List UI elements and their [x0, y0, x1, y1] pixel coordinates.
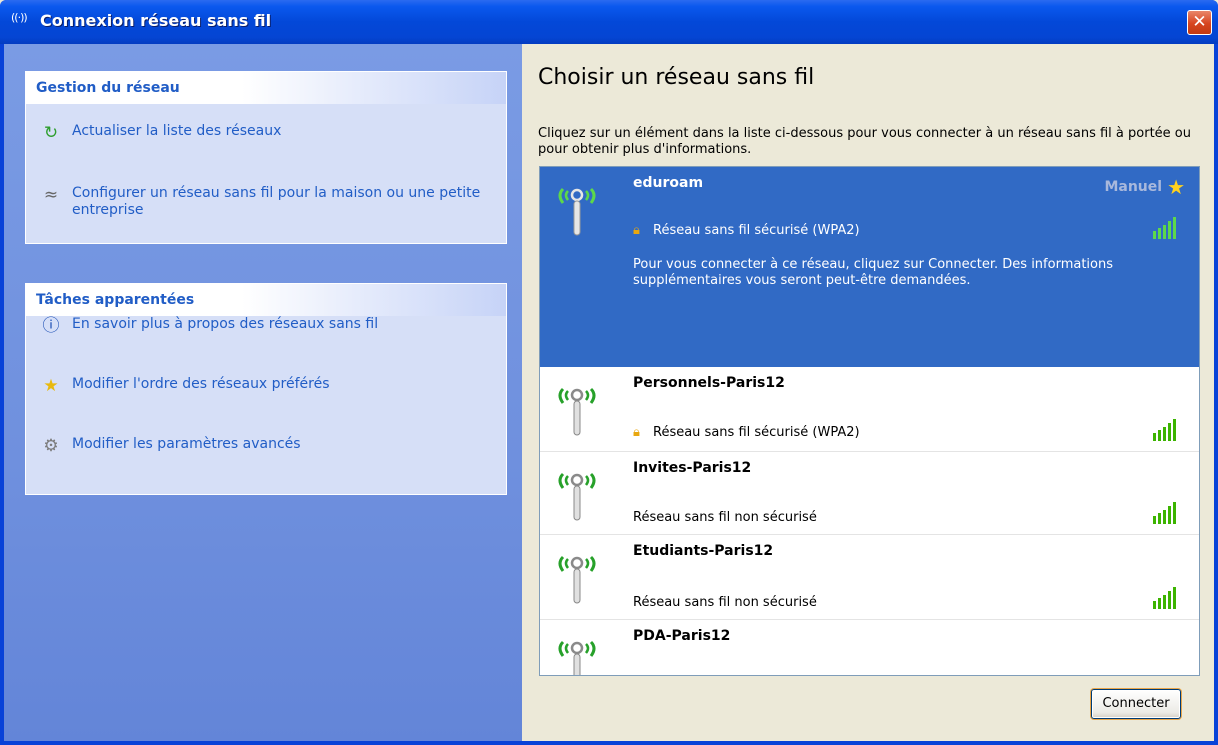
preferred-order-link[interactable]: ★ Modifier l'ordre des réseaux préférés: [38, 376, 330, 396]
page-title: Choisir un réseau sans fil: [538, 65, 815, 90]
network-security: Réseau sans fil non sécurisé: [633, 595, 817, 610]
network-security-label: Réseau sans fil non sécurisé: [633, 510, 817, 525]
refresh-icon: ↻: [43, 123, 59, 143]
learn-more-label: En savoir plus à propos des réseaux sans…: [72, 316, 379, 332]
wireless-antenna-icon: [558, 472, 596, 521]
learn-more-link[interactable]: ⓘ En savoir plus à propos des réseaux sa…: [38, 316, 379, 336]
advanced-settings-label: Modifier les paramètres avancés: [72, 436, 301, 452]
main-pane: Choisir un réseau sans fil Cliquez sur u…: [522, 44, 1214, 741]
network-name: Invites-Paris12: [633, 460, 752, 476]
setup-network-link[interactable]: ≈ Configurer un réseau sans fil pour la …: [38, 185, 498, 219]
signal-strength-icon: [1153, 587, 1176, 609]
network-security: 🔒︎ Réseau sans fil sécurisé (WPA2): [633, 425, 860, 440]
manual-badge-label: Manuel: [1104, 179, 1163, 195]
preferred-order-label: Modifier l'ordre des réseaux préférés: [72, 376, 330, 392]
manual-badge: Manuel ★: [1104, 175, 1185, 199]
wireless-connection-window: ((·)) Connexion réseau sans fil ✕ Gestio…: [0, 0, 1218, 745]
network-security-label: Réseau sans fil non sécurisé: [633, 595, 817, 610]
network-name: Etudiants-Paris12: [633, 543, 774, 559]
task-pane: Gestion du réseau ↻ Actualiser la liste …: [4, 44, 522, 741]
signal-strength-icon: [1153, 217, 1176, 239]
network-name: Personnels-Paris12: [633, 375, 785, 391]
window-client: Gestion du réseau ↻ Actualiser la liste …: [4, 44, 1214, 741]
signal-strength-icon: [1153, 662, 1179, 676]
setup-network-label: Configurer un réseau sans fil pour la ma…: [72, 185, 481, 218]
close-button[interactable]: ✕: [1187, 10, 1212, 35]
wireless-antenna-icon: [558, 187, 596, 236]
refresh-networks-link[interactable]: ↻ Actualiser la liste des réseaux: [38, 123, 281, 143]
signal-strength-icon: [1153, 502, 1176, 524]
title-bar[interactable]: ((·)) Connexion réseau sans fil ✕: [0, 0, 1218, 44]
network-item-personnels[interactable]: Personnels-Paris12 🔒︎ Réseau sans fil sé…: [540, 367, 1199, 451]
advanced-settings-link[interactable]: ⚙ Modifier les paramètres avancés: [38, 436, 301, 456]
network-info-text: Pour vous connecter à ce réseau, cliquez…: [633, 257, 1113, 288]
star-icon: ★: [43, 376, 59, 396]
network-security: Réseau sans fil non sécurisé: [633, 510, 817, 525]
network-security: 🔒︎ Réseau sans fil sécurisé (WPA2): [633, 223, 860, 238]
network-tasks-group: Gestion du réseau ↻ Actualiser la liste …: [25, 71, 507, 244]
network-tasks-title: Gestion du réseau: [26, 72, 506, 104]
wireless-setup-icon: ≈: [43, 185, 59, 205]
related-tasks-title: Tâches apparentées: [26, 284, 506, 316]
network-item-etudiants[interactable]: Etudiants-Paris12 Réseau sans fil non sé…: [540, 535, 1199, 619]
wireless-antenna-icon: [558, 640, 596, 675]
window-title: Connexion réseau sans fil: [40, 11, 272, 30]
settings-icon: ⚙: [43, 436, 59, 456]
network-security-label: Réseau sans fil sécurisé (WPA2): [653, 223, 860, 238]
signal-strength-icon: [1153, 419, 1176, 441]
network-security-label: Réseau sans fil sécurisé (WPA2): [653, 425, 860, 440]
wireless-icon: ((·)): [11, 11, 28, 24]
related-tasks-group: Tâches apparentées ⓘ En savoir plus à pr…: [25, 283, 507, 495]
star-icon: ★: [1167, 175, 1185, 199]
network-item-pda[interactable]: PDA-Paris12: [540, 620, 1199, 676]
wireless-antenna-icon: [558, 555, 596, 604]
connect-button[interactable]: Connecter: [1091, 689, 1181, 719]
network-name: eduroam: [633, 175, 704, 191]
wireless-antenna-icon: [558, 387, 596, 436]
network-item-invites[interactable]: Invites-Paris12 Réseau sans fil non sécu…: [540, 452, 1199, 534]
instructions-text: Cliquez sur un élément dans la liste ci-…: [538, 126, 1191, 157]
network-name: PDA-Paris12: [633, 628, 731, 644]
lock-icon: 🔒︎: [633, 425, 640, 440]
network-list[interactable]: eduroam Manuel ★ 🔒︎ Réseau sans fil sécu…: [539, 166, 1200, 676]
lock-icon: 🔒︎: [633, 223, 640, 238]
info-icon: ⓘ: [42, 316, 60, 336]
refresh-networks-label: Actualiser la liste des réseaux: [72, 123, 282, 139]
network-item-eduroam[interactable]: eduroam Manuel ★ 🔒︎ Réseau sans fil sécu…: [540, 167, 1199, 367]
